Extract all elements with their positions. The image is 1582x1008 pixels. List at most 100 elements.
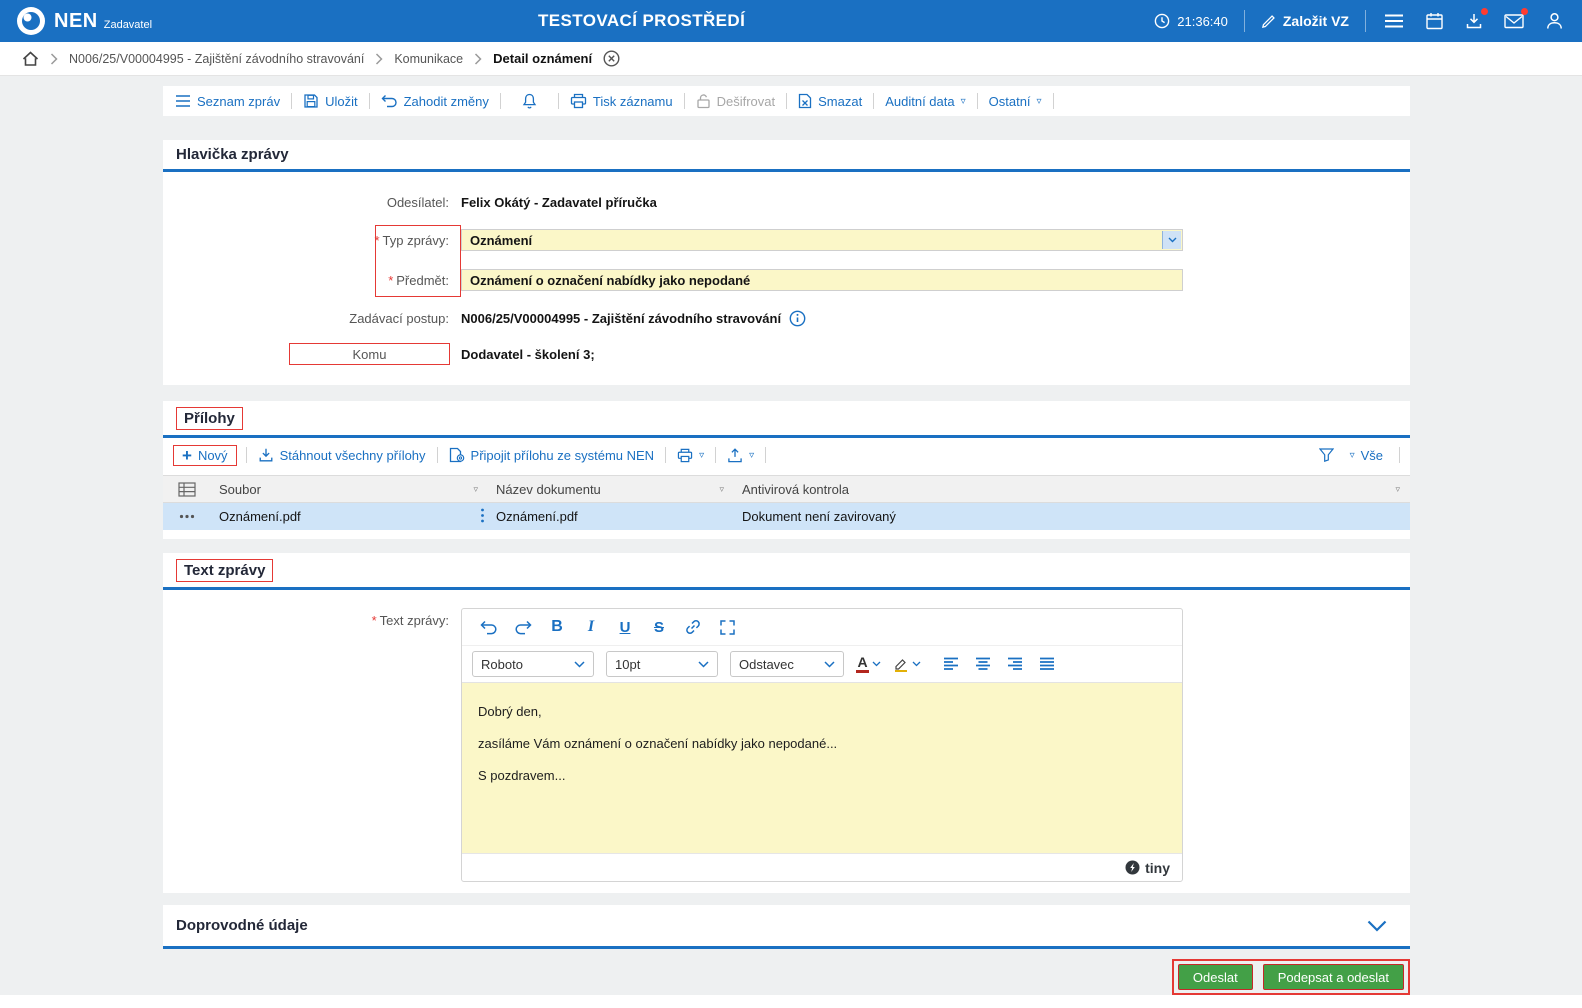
font-family-select[interactable]: Roboto	[472, 651, 594, 677]
create-vz-button[interactable]: Založit VZ	[1261, 13, 1349, 29]
align-left-button[interactable]	[939, 651, 963, 677]
attach-from-nen-button[interactable]: Připojit přílohu ze systému NEN	[447, 447, 657, 463]
attachment-file-name: Oznámení.pdf	[219, 509, 301, 524]
subject-input[interactable]: Oznámení o označení nabídky jako nepodan…	[461, 269, 1183, 291]
decrypt-label: Dešifrovat	[716, 93, 776, 109]
send-button[interactable]: Odeslat	[1177, 964, 1253, 990]
bold-button[interactable]: B	[540, 614, 574, 640]
print-attachments-button[interactable]: ▿	[675, 448, 706, 463]
column-chooser-icon[interactable]	[178, 481, 196, 497]
breadcrumb-item-procedure[interactable]: N006/25/V00004995 - Zajištění závodního …	[69, 52, 364, 66]
record-toolbar: Seznam zpráv Uložit Zahodit změny Tisk z…	[163, 86, 1410, 116]
section-title-message-header: Hlavička zprávy	[176, 146, 289, 163]
message-type-value: Oznámení	[470, 232, 533, 248]
close-tab-button[interactable]	[603, 50, 620, 67]
discard-changes-button[interactable]: Zahodit změny	[379, 94, 491, 109]
message-type-select[interactable]: Oznámení	[461, 229, 1183, 251]
column-header-file: Soubor	[219, 481, 261, 497]
column-filter-icon[interactable]: ▿	[473, 484, 478, 495]
main-content: Seznam zpráv Uložit Zahodit změny Tisk z…	[163, 86, 1410, 995]
view-all-filter-button[interactable]: ▿ Vše	[1348, 448, 1385, 463]
block-format-select[interactable]: Odstavec	[730, 651, 844, 677]
calendar-button[interactable]	[1422, 9, 1446, 33]
align-left-icon	[944, 657, 958, 670]
align-center-button[interactable]	[971, 651, 995, 677]
sender-value: Felix Okátý - Zadavatel příručka	[461, 194, 657, 210]
fullscreen-icon	[719, 619, 735, 635]
download-icon	[1466, 14, 1482, 29]
section-underline	[163, 435, 1410, 438]
recipient-button[interactable]: Komu	[289, 343, 450, 365]
audit-data-button[interactable]: Auditní data ▿	[883, 94, 967, 109]
italic-button[interactable]: I	[574, 614, 608, 640]
printer-icon	[570, 93, 587, 109]
text-color-bar	[856, 670, 869, 673]
new-attachment-button[interactable]: + Nový	[182, 447, 228, 464]
section-title-additional-data: Doprovodné údaje	[176, 917, 308, 934]
field-row-message-text: * Text zprávy: B I U S Roboto 10pt Odsta…	[163, 608, 1410, 882]
person-icon	[1546, 13, 1562, 29]
column-filter-icon[interactable]: ▿	[719, 484, 724, 495]
profile-button[interactable]	[1542, 9, 1566, 33]
divider	[786, 93, 788, 109]
column-filter-icon[interactable]: ▿	[1395, 484, 1400, 495]
font-size-select[interactable]: 10pt	[606, 651, 718, 677]
highlight-color-button[interactable]	[893, 656, 921, 672]
field-row-subject: * Předmět: Oznámení o označení nabídky j…	[163, 268, 1410, 292]
fullscreen-button[interactable]	[710, 614, 744, 640]
attachment-table-row[interactable]: Oznámení.pdf Oznámení.pdf Dokument není …	[163, 503, 1410, 530]
message-type-label: Typ zprávy:	[382, 232, 449, 248]
home-button[interactable]	[22, 50, 39, 67]
editor-redo-button[interactable]	[506, 614, 540, 640]
chevron-right-icon	[50, 52, 58, 65]
tiny-logo: tiny	[1125, 860, 1170, 876]
download-icon	[259, 448, 273, 462]
breadcrumb-item-current: Detail oznámení	[493, 51, 593, 66]
attachment-antivirus-status: Dokument není zavirovaný	[742, 509, 896, 524]
tiny-logo-icon	[1125, 860, 1140, 875]
align-right-button[interactable]	[1003, 651, 1027, 677]
filter-button[interactable]	[1317, 448, 1336, 462]
sender-label: Odesílatel:	[386, 194, 449, 210]
divider	[245, 447, 247, 463]
breadcrumb-item-communication[interactable]: Komunikace	[394, 52, 463, 66]
menu-button[interactable]	[1382, 9, 1406, 33]
notifications-button[interactable]	[510, 93, 549, 110]
message-text-section: Text zprávy * Text zprávy: B I U S Robot…	[163, 553, 1410, 893]
messages-button[interactable]	[1502, 8, 1528, 33]
caret-down-icon: ▿	[699, 450, 705, 461]
download-all-attachments-button[interactable]: Stáhnout všechny přílohy	[256, 447, 428, 463]
row-menu-button[interactable]	[480, 507, 485, 526]
editor-content[interactable]: Dobrý den, zasíláme Vám oznámení o označ…	[462, 683, 1182, 853]
insert-link-button[interactable]	[676, 614, 710, 640]
attachments-table-header: Soubor ▿ Název dokumentu ▿ Antivirová ko…	[163, 475, 1410, 503]
nen-logo[interactable]: NEN Zadavatel	[16, 6, 152, 36]
editor-undo-button[interactable]	[472, 614, 506, 640]
bottom-strip	[0, 995, 1582, 1008]
other-button[interactable]: Ostatní ▿	[987, 94, 1044, 109]
hamburger-icon	[1385, 14, 1403, 28]
font-size-value: 10pt	[615, 656, 641, 672]
align-justify-icon	[1040, 657, 1054, 670]
export-attachments-button[interactable]: ▿	[725, 447, 756, 463]
downloads-button[interactable]	[1462, 8, 1488, 33]
session-time: 21:36:40	[1154, 13, 1228, 29]
expand-section-button[interactable]	[1367, 920, 1387, 932]
subject-label: Předmět:	[396, 272, 449, 288]
strikethrough-button[interactable]: S	[642, 614, 676, 640]
bell-icon	[522, 93, 537, 108]
align-justify-button[interactable]	[1035, 651, 1059, 677]
chevron-down-icon	[824, 660, 835, 668]
underline-button[interactable]: U	[608, 614, 642, 640]
save-button[interactable]: Uložit	[301, 93, 360, 109]
print-record-button[interactable]: Tisk záznamu	[568, 93, 675, 109]
message-list-button[interactable]: Seznam zpráv	[173, 94, 282, 109]
attachments-section: Přílohy + Nový Stáhnout všechny přílohy …	[163, 401, 1410, 539]
message-text-label: Text zprávy:	[379, 613, 449, 628]
delete-button[interactable]: Smazat	[796, 93, 864, 109]
info-icon[interactable]	[789, 310, 806, 327]
text-color-button[interactable]: A	[856, 655, 881, 673]
drag-handle-icon[interactable]	[179, 514, 195, 519]
message-type-dropdown-button[interactable]	[1162, 231, 1181, 249]
sign-and-send-button[interactable]: Podepsat a odeslat	[1262, 964, 1404, 990]
